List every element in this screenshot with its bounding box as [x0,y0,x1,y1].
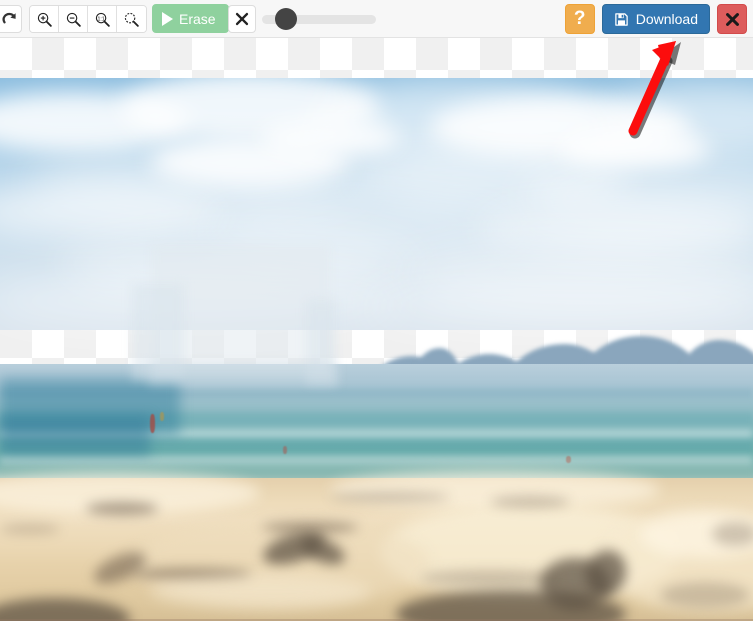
zoom-out-button[interactable] [59,6,88,32]
app-root: 1:1 Erase ? Download [0,0,753,621]
zoom-actual-size-button[interactable]: 1:1 [88,6,117,32]
x-icon [725,12,739,26]
toolbar-right-group: ? Download [564,0,747,38]
sand-region [0,470,753,621]
magnifier-minus-icon [66,12,81,27]
question-icon: ? [573,8,586,29]
speck [160,412,164,421]
magnifier-fit-icon [124,12,139,27]
erase-button[interactable]: Erase [152,4,229,33]
floppy-disk-icon [614,12,628,26]
zoom-button-group: 1:1 [29,5,147,33]
close-button[interactable] [717,4,747,34]
sea-region [0,364,753,482]
sky-region [0,78,753,336]
speck [150,414,155,433]
redo-icon [1,12,16,23]
help-button[interactable]: ? [564,4,595,34]
speck [283,446,287,454]
erased-region [148,364,338,386]
play-icon [162,11,173,26]
brush-size-slider-thumb[interactable] [274,8,297,30]
download-button-label: Download [635,11,698,27]
magnifier-one-to-one-icon: 1:1 [95,12,110,27]
canvas-area[interactable] [0,38,753,621]
speck [566,456,571,463]
zoom-in-button[interactable] [30,6,59,32]
magnifier-plus-icon [37,12,52,27]
zoom-fit-button[interactable] [117,6,146,32]
brush-size-slider[interactable] [262,8,376,30]
toolbar: 1:1 Erase ? Download [0,0,753,38]
photo-canvas[interactable] [0,78,753,621]
erase-button-label: Erase [179,10,216,27]
redo-button[interactable] [0,5,22,33]
x-icon [235,12,249,26]
clear-selection-button[interactable] [228,5,256,33]
svg-text:1:1: 1:1 [97,16,104,22]
download-button[interactable]: Download [601,4,710,34]
